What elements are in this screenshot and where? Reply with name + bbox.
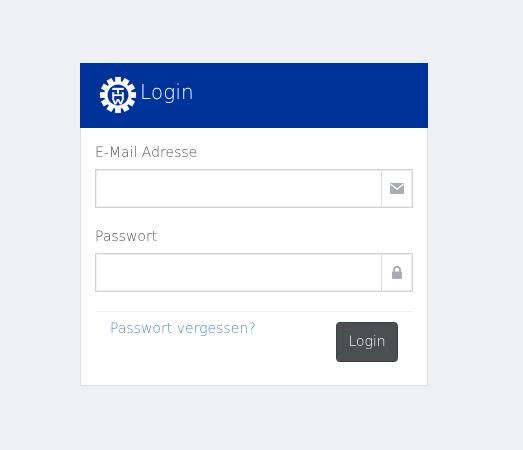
email-input-group bbox=[95, 169, 413, 208]
login-button[interactable]: Login bbox=[336, 322, 398, 362]
email-label: E-Mail Adresse bbox=[95, 145, 198, 161]
panel-header: Login bbox=[80, 63, 428, 128]
login-panel: Login E-Mail Adresse Passwort Passwort v… bbox=[80, 63, 428, 386]
thw-gear-logo-icon bbox=[99, 76, 137, 114]
email-addon bbox=[381, 170, 412, 207]
password-field[interactable] bbox=[97, 255, 377, 290]
password-input-group bbox=[95, 253, 413, 292]
page-title: Login bbox=[140, 80, 194, 104]
envelope-icon bbox=[390, 183, 404, 194]
password-label: Passwort bbox=[95, 229, 158, 245]
lock-icon bbox=[392, 266, 402, 279]
forgot-password-link[interactable]: Passwort vergessen? bbox=[110, 321, 256, 337]
form-divider bbox=[95, 311, 413, 312]
password-addon bbox=[381, 254, 412, 291]
email-field[interactable] bbox=[97, 171, 377, 206]
